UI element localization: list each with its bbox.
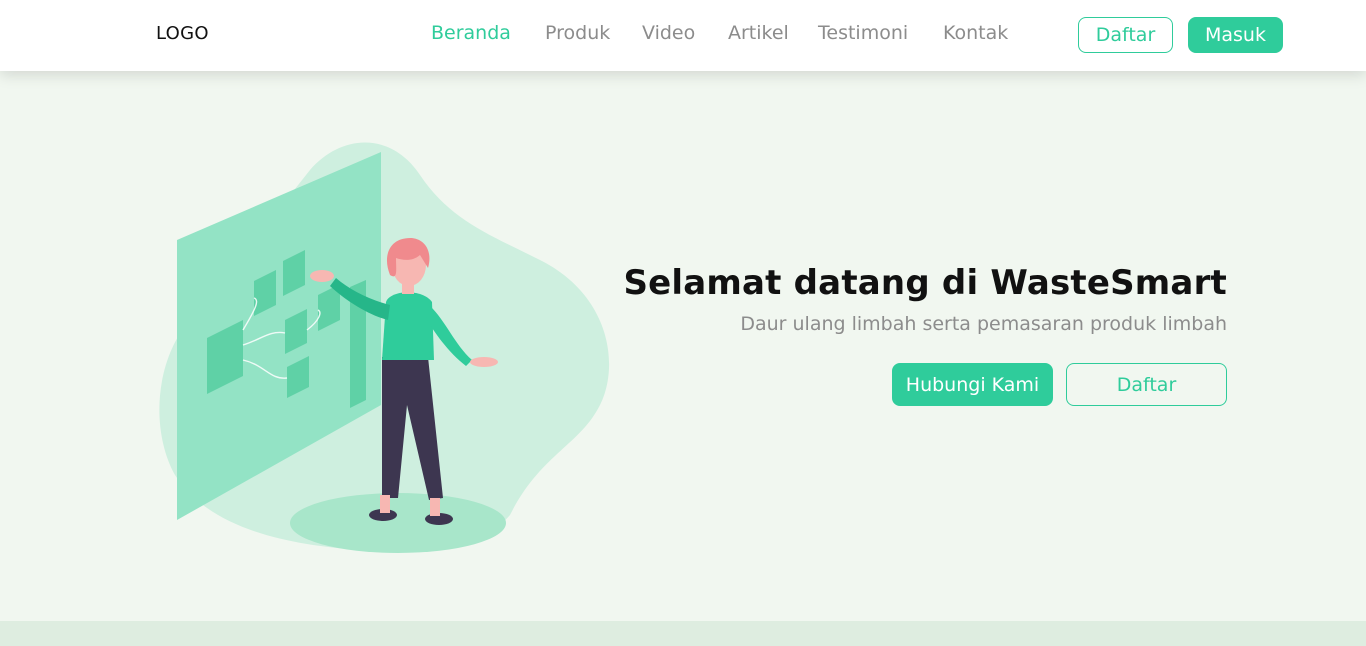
navbar: LOGO Beranda Produk Video Artikel Testim… [0, 0, 1366, 71]
nav-link-artikel[interactable]: Artikel [728, 22, 789, 44]
hero-subtitle: Daur ulang limbah serta pemasaran produk… [740, 313, 1227, 335]
nav-link-video[interactable]: Video [642, 22, 695, 44]
person-torso [382, 292, 434, 360]
footer-strip [0, 621, 1366, 646]
hero-title: Selamat datang di WasteSmart [623, 263, 1227, 303]
floor-shadow [290, 493, 506, 553]
hero-register-button[interactable]: Daftar [1066, 363, 1227, 406]
nav-link-kontak[interactable]: Kontak [943, 22, 1008, 44]
contact-us-button[interactable]: Hubungi Kami [892, 363, 1053, 406]
login-button[interactable]: Masuk [1188, 17, 1283, 53]
nav-link-produk[interactable]: Produk [545, 22, 610, 44]
woman-presenting-board-illustration [159, 142, 610, 553]
nav-link-testimoni[interactable]: Testimoni [818, 22, 908, 44]
register-button[interactable]: Daftar [1078, 17, 1173, 53]
logo[interactable]: LOGO [156, 23, 209, 44]
nav-link-beranda[interactable]: Beranda [431, 22, 511, 44]
